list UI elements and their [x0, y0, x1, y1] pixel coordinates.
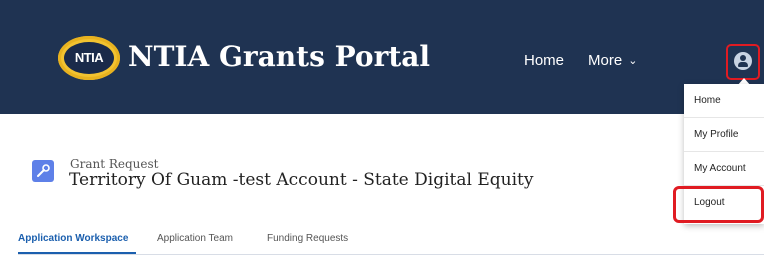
- ntia-logo[interactable]: NTIA: [58, 36, 120, 80]
- chevron-down-icon: ⌄: [628, 55, 638, 67]
- record-title: Territory Of Guam -test Account - State …: [69, 170, 534, 190]
- nav-more-label: More: [588, 52, 623, 69]
- site-header: NTIA NTIA Grants Portal Home More ⌄: [0, 0, 764, 114]
- logout-highlight: [673, 186, 764, 223]
- user-menu-button[interactable]: [726, 44, 760, 80]
- menu-item-my-profile[interactable]: My Profile: [684, 118, 764, 152]
- menu-item-my-account[interactable]: My Account: [684, 152, 764, 186]
- grant-request-icon: [32, 160, 54, 182]
- user-avatar-icon: [734, 52, 752, 70]
- active-tab-indicator: [18, 252, 136, 254]
- record-tabs: Application Workspace Application Team F…: [0, 226, 764, 259]
- nav-home-link[interactable]: Home: [524, 51, 564, 71]
- tabs-divider: [18, 254, 764, 255]
- nav-more-menu[interactable]: More ⌄: [588, 51, 637, 72]
- tab-application-team[interactable]: Application Team: [157, 232, 233, 246]
- tab-application-workspace[interactable]: Application Workspace: [18, 232, 128, 246]
- portal-title[interactable]: NTIA Grants Portal: [128, 39, 430, 75]
- tab-funding-requests[interactable]: Funding Requests: [267, 232, 348, 246]
- menu-item-home[interactable]: Home: [684, 84, 764, 118]
- ntia-logo-text: NTIA: [64, 42, 114, 74]
